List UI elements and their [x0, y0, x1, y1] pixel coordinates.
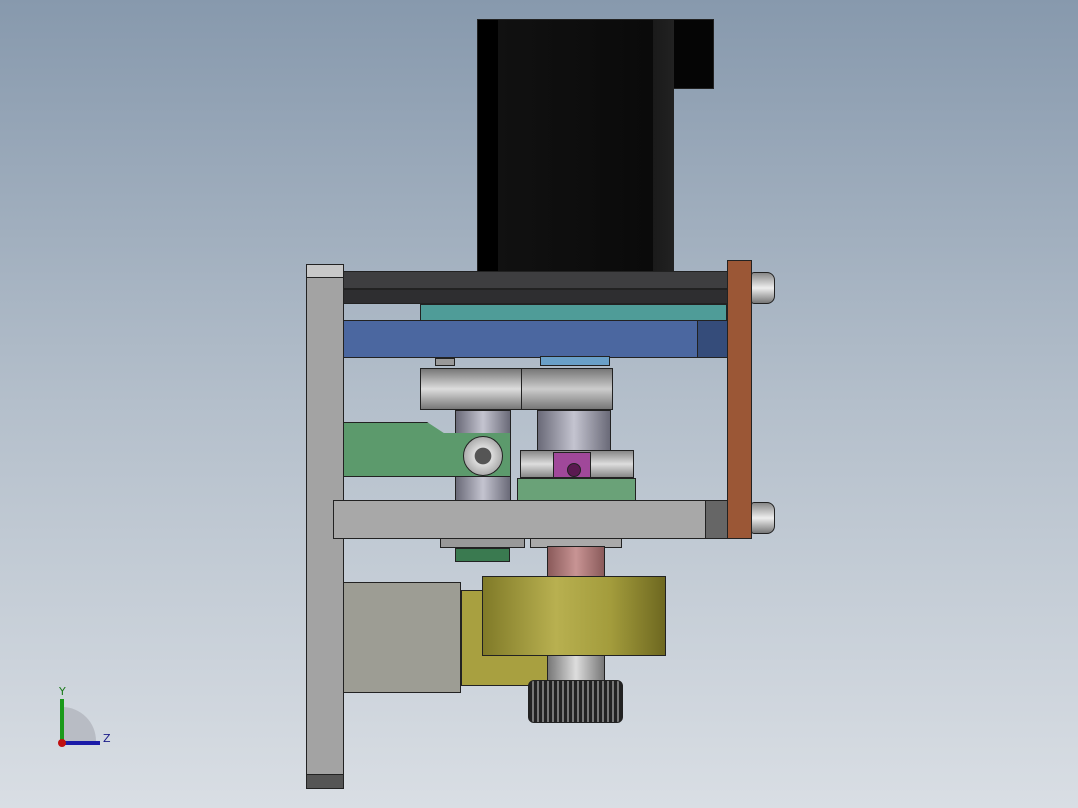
motor-mount-plate-lower: [343, 289, 728, 304]
shaft-right[interactable]: [537, 410, 611, 452]
motor-mount-plate[interactable]: [343, 271, 728, 289]
pulley-right[interactable]: [521, 368, 613, 410]
left-plate-bottom-cap: [306, 774, 344, 789]
drum[interactable]: [482, 576, 666, 656]
teal-plate[interactable]: [420, 304, 727, 321]
triad-z-label: Z: [103, 732, 111, 745]
nut-green: [455, 548, 510, 562]
collar-hole: [567, 463, 581, 477]
triad-y-label: Y: [59, 685, 66, 698]
blue-plate[interactable]: [343, 320, 698, 358]
stepper-motor-body[interactable]: [477, 19, 674, 273]
triad-quadrant: [62, 707, 96, 741]
coordinate-triad: Y Z: [50, 685, 120, 755]
pulley-left[interactable]: [420, 368, 522, 410]
screw-top[interactable]: [751, 272, 775, 304]
blue-plate-end: [697, 320, 728, 358]
green-block[interactable]: [517, 478, 636, 501]
small-parts-left: [435, 358, 455, 366]
left-plate-top-cap: [306, 264, 344, 278]
bracket-box[interactable]: [343, 582, 461, 693]
cad-viewport[interactable]: Y Z: [0, 0, 1078, 808]
drum-shaft: [547, 655, 605, 681]
horizontal-plate-end: [705, 500, 728, 539]
nut-left: [440, 538, 525, 548]
y-axis-arrow: [60, 699, 64, 743]
knurled-knob[interactable]: [528, 680, 623, 723]
socket-head-bolt[interactable]: [463, 436, 503, 476]
z-axis-arrow: [62, 741, 100, 745]
screw-bottom[interactable]: [751, 502, 775, 534]
x-axis-dot: [58, 739, 66, 747]
roller-pink[interactable]: [547, 546, 605, 578]
horizontal-plate[interactable]: [333, 500, 728, 539]
small-parts-right: [540, 356, 610, 366]
side-plate[interactable]: [727, 260, 752, 539]
